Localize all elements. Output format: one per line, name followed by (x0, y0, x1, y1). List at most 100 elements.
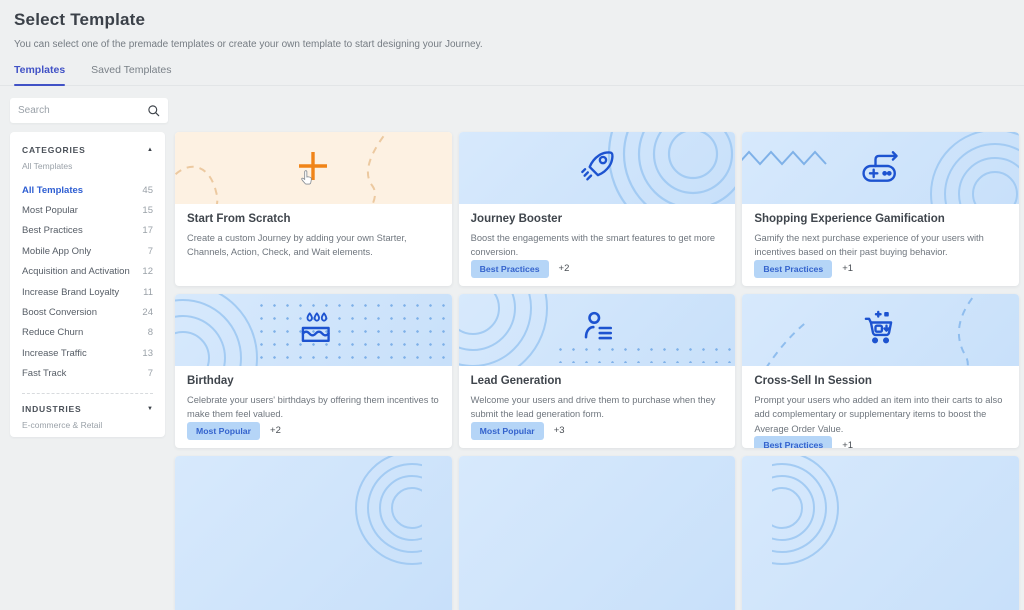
sidebar-item-boost-conversion[interactable]: Boost Conversion 24 (22, 302, 153, 322)
count-badge: 11 (143, 287, 153, 298)
count-badge: 24 (142, 307, 153, 318)
industries-header-row: INDUSTRIES ▼ (22, 404, 153, 414)
sidebar-divider (22, 393, 153, 394)
page-title: Select Template (14, 10, 1010, 30)
tabbar: Templates Saved Templates (0, 64, 1024, 86)
template-card-stub[interactable] (742, 456, 1019, 610)
hand-cursor-icon (299, 170, 314, 192)
collapse-down-icon[interactable]: ▼ (147, 406, 153, 412)
gamepad-icon (857, 144, 905, 193)
search-icon[interactable] (147, 104, 160, 117)
content-area: CATEGORIES ▲ All Templates All Templates… (0, 123, 1024, 610)
categories-selected-label: All Templates (22, 161, 153, 171)
rings-decoration (459, 294, 553, 366)
sidebar-item-increase-brand-loyalty[interactable]: Increase Brand Loyalty 11 (22, 282, 153, 302)
template-card-journey-booster[interactable]: Journey Booster Boost the engagements wi… (459, 132, 736, 286)
cart-icon (858, 306, 904, 355)
tag-row: Most Popular +2 (187, 422, 440, 440)
industries-header: INDUSTRIES (22, 404, 81, 414)
rings-decoration (175, 294, 263, 366)
rings-decoration (302, 456, 422, 568)
tag-extra-count[interactable]: +2 (270, 425, 281, 436)
industries-selected-label: E-commerce & Retail (22, 420, 153, 430)
card-title: Lead Generation (471, 375, 724, 387)
page-header: Select Template You can select one of th… (0, 0, 1024, 50)
tag-extra-count[interactable]: +3 (554, 425, 565, 436)
count-badge: 13 (142, 348, 153, 359)
card-description: Celebrate your users' birthdays by offer… (187, 393, 440, 422)
card-header (459, 456, 736, 610)
sidebar-item-acquisition-and-activation[interactable]: Acquisition and Activation 12 (22, 262, 153, 282)
card-description: Gamify the next purchase experience of y… (754, 231, 1007, 260)
count-badge: 7 (148, 246, 153, 257)
count-badge: 7 (148, 368, 153, 379)
template-card-cross-sell-in-session[interactable]: Cross-Sell In Session Prompt your users … (742, 294, 1019, 448)
count-badge: 45 (142, 185, 153, 196)
tag-extra-count[interactable]: +1 (842, 440, 853, 448)
tab-saved-templates[interactable]: Saved Templates (91, 64, 171, 85)
tag-extra-count[interactable]: +2 (559, 263, 570, 274)
rocket-icon (575, 144, 619, 193)
card-body: Lead Generation Welcome your users and d… (459, 366, 736, 448)
template-card-shopping-experience-gamification[interactable]: Shopping Experience Gamification Gamify … (742, 132, 1019, 286)
sidebar-item-best-practices[interactable]: Best Practices 17 (22, 221, 153, 241)
rings-decoration (772, 456, 892, 568)
card-title: Shopping Experience Gamification (754, 213, 1007, 225)
count-badge: 12 (142, 266, 153, 277)
card-header (742, 294, 1019, 366)
template-card-stub[interactable] (459, 456, 736, 610)
card-title: Cross-Sell In Session (754, 375, 1007, 387)
template-grid: Start From Scratch Create a custom Journ… (175, 132, 1019, 610)
template-card-lead-generation[interactable]: Lead Generation Welcome your users and d… (459, 294, 736, 448)
card-description: Prompt your users who added an item into… (754, 393, 1007, 436)
tag-best-practices[interactable]: Best Practices (754, 436, 832, 448)
card-header (742, 456, 1019, 610)
tag-extra-count[interactable]: +1 (842, 263, 853, 274)
tag-row: Best Practices +1 (754, 436, 1007, 448)
sidebar-item-mobile-app-only[interactable]: Mobile App Only 7 (22, 241, 153, 261)
card-header (175, 456, 452, 610)
template-card-stub[interactable] (175, 456, 452, 610)
count-badge: 15 (142, 205, 153, 216)
sidebar-item-increase-traffic[interactable]: Increase Traffic 13 (22, 343, 153, 363)
card-body: Start From Scratch Create a custom Journ… (175, 204, 452, 286)
card-description: Boost the engagements with the smart fea… (471, 231, 724, 260)
count-badge: 8 (148, 327, 153, 338)
dots-decoration (255, 299, 452, 361)
user-list-icon (575, 306, 619, 355)
category-sidebar: CATEGORIES ▲ All Templates All Templates… (10, 132, 165, 437)
search-input[interactable] (18, 105, 147, 116)
card-header (742, 132, 1019, 204)
card-body: Birthday Celebrate your users' birthdays… (175, 366, 452, 448)
birthday-cake-icon (291, 306, 335, 355)
card-body: Journey Booster Boost the engagements wi… (459, 204, 736, 286)
sidebar-item-fast-track[interactable]: Fast Track 7 (22, 363, 153, 383)
rings-decoration (925, 132, 1019, 204)
template-card-birthday[interactable]: Birthday Celebrate your users' birthdays… (175, 294, 452, 448)
card-body: Cross-Sell In Session Prompt your users … (742, 366, 1019, 448)
tab-templates[interactable]: Templates (14, 64, 65, 85)
collapse-up-icon[interactable]: ▲ (147, 147, 153, 153)
card-body: Shopping Experience Gamification Gamify … (742, 204, 1019, 286)
sidebar-item-reduce-churn[interactable]: Reduce Churn 8 (22, 323, 153, 343)
search-box[interactable] (10, 98, 168, 123)
tag-most-popular[interactable]: Most Popular (187, 422, 260, 440)
tag-row: Best Practices +1 (754, 260, 1007, 278)
card-header (175, 132, 452, 204)
sidebar-item-most-popular[interactable]: Most Popular 15 (22, 200, 153, 220)
sidebar-item-all-templates[interactable]: All Templates 45 (22, 180, 153, 200)
categories-header: CATEGORIES (22, 145, 86, 155)
card-header (459, 132, 736, 204)
card-title: Start From Scratch (187, 213, 440, 225)
tag-best-practices[interactable]: Best Practices (754, 260, 832, 278)
tag-row: Best Practices +2 (471, 260, 724, 278)
card-header (175, 294, 452, 366)
count-badge: 17 (142, 225, 153, 236)
card-description: Welcome your users and drive them to pur… (471, 393, 724, 422)
tag-most-popular[interactable]: Most Popular (471, 422, 544, 440)
tag-row: Most Popular +3 (471, 422, 724, 440)
tag-best-practices[interactable]: Best Practices (471, 260, 549, 278)
categories-header-row: CATEGORIES ▲ (22, 145, 153, 155)
card-title: Birthday (187, 375, 440, 387)
template-card-start-from-scratch[interactable]: Start From Scratch Create a custom Journ… (175, 132, 452, 286)
